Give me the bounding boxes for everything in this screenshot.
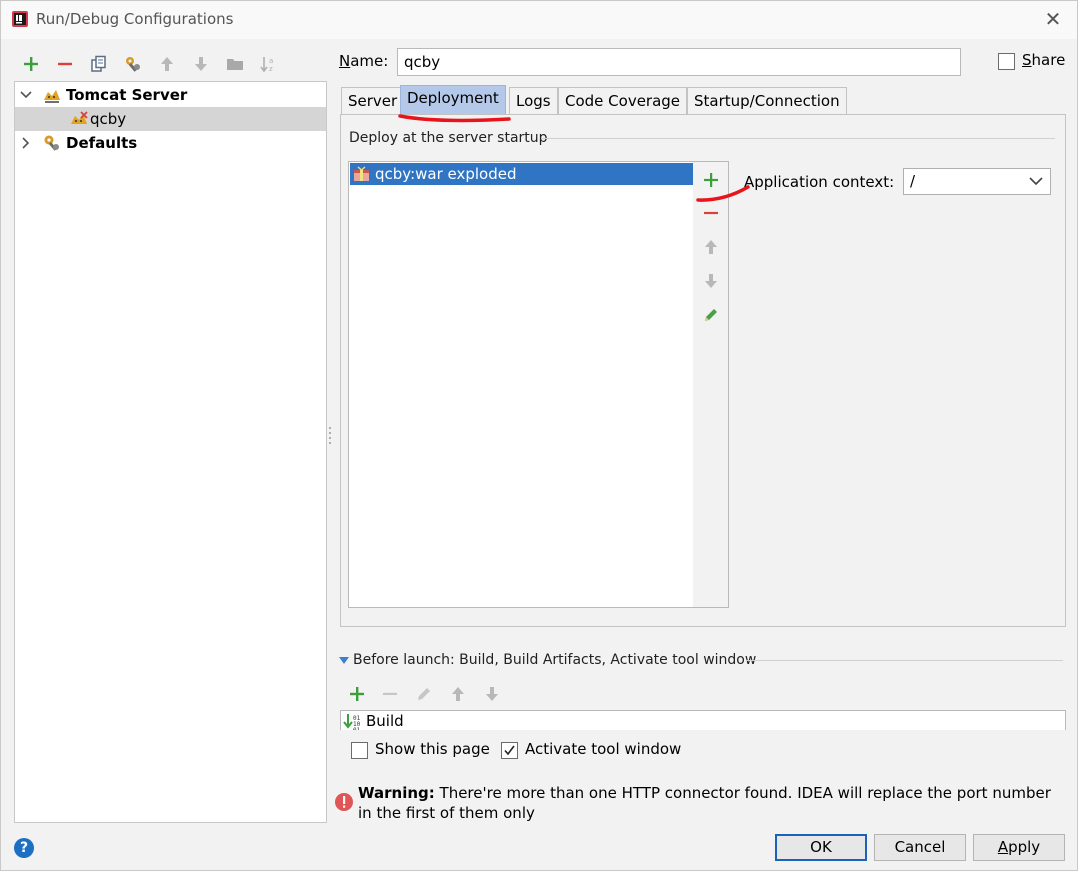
close-icon[interactable]: ✕ [1043,9,1063,29]
folder-icon[interactable] [223,51,247,77]
activate-tool-window-label: Activate tool window [525,740,682,758]
configuration-tree: Tomcat Server qcby Defaults [14,81,327,823]
remove-task-icon[interactable] [378,681,402,707]
tree-label: Tomcat Server [66,86,188,104]
move-down-icon[interactable] [701,271,721,291]
title-bar: Run/Debug Configurations ✕ [1,1,1077,39]
move-up-icon[interactable] [701,237,721,257]
splitter-handle[interactable] [328,426,332,446]
apply-button[interactable]: Apply [973,834,1065,861]
wrench-icon [44,135,59,151]
before-launch-title: Before launch: Build, Build Artifacts, A… [353,652,757,668]
warning-prefix: Warning: [358,784,435,802]
chevron-down-icon[interactable] [20,89,32,101]
share-checkbox[interactable] [998,53,1015,70]
tree-item-tomcat-server[interactable]: Tomcat Server [15,83,326,107]
show-this-page-label: Show this page [375,740,490,758]
chevron-right-icon[interactable] [20,137,32,149]
name-label-rest: ame: [350,52,389,70]
svg-text:z: z [269,65,273,73]
add-task-icon[interactable] [345,681,369,707]
artifact-list[interactable]: qcby:war exploded [348,161,694,608]
artifact-icon [354,166,369,181]
show-this-page-checkbox[interactable] [351,742,368,759]
copy-icon[interactable] [87,51,111,77]
tomcat-icon [44,90,60,103]
move-up-icon[interactable] [155,51,179,77]
section-divider [541,138,1055,139]
tab-deployment[interactable]: Deployment [400,85,506,114]
tree-label: qcby [90,110,127,128]
artifact-row[interactable]: qcby:war exploded [350,163,694,185]
before-launch-task-list[interactable]: 01 10 01 Build [340,710,1066,730]
chevron-down-icon [1029,177,1043,186]
edit-pencil-icon[interactable] [701,305,721,325]
window-title: Run/Debug Configurations [36,10,234,28]
move-up-icon[interactable] [446,681,470,707]
tree-label: Defaults [66,134,138,152]
add-icon[interactable] [19,51,43,77]
tab-startup-connection[interactable]: Startup/Connection [687,87,847,114]
tab-logs[interactable]: Logs [509,87,558,114]
checkmark-icon [504,745,515,756]
artifact-label: qcby:war exploded [375,165,517,183]
tree-item-qcby[interactable]: qcby [15,107,326,131]
warning-text: There're more than one HTTP connector fo… [358,784,1051,822]
move-down-icon[interactable] [480,681,504,707]
tomcat-config-icon [71,111,88,124]
sort-az-icon[interactable]: az [257,51,281,77]
deploy-section-title: Deploy at the server startup [349,130,548,146]
name-input[interactable] [397,48,961,76]
share-label: Share [1022,51,1066,69]
intellij-app-icon [12,11,28,27]
config-toolbar: az [15,51,327,77]
remove-icon[interactable] [53,51,77,77]
tab-server[interactable]: Server [341,87,405,114]
red-annotation-underline [398,114,511,123]
warning-message: Warning: There're more than one HTTP con… [358,783,1058,823]
run-debug-configurations-dialog: Run/Debug Configurations ✕ az Tomcat Ser… [0,0,1078,871]
artifact-actions [693,161,729,608]
build-task-label: Build [366,712,404,730]
activate-tool-window-checkbox[interactable] [501,742,518,759]
application-context-label: Application context: [744,173,895,191]
build-icon: 011001 [343,714,361,730]
svg-text:01: 01 [353,727,361,730]
before-launch-toolbar [345,681,515,705]
cancel-button[interactable]: Cancel [874,834,966,861]
tab-code-coverage[interactable]: Code Coverage [558,87,688,114]
collapse-triangle-icon[interactable] [339,657,349,665]
name-label: Name: [339,52,389,70]
move-down-icon[interactable] [189,51,213,77]
tree-item-defaults[interactable]: Defaults [15,131,326,155]
edit-task-icon[interactable] [412,681,436,707]
remove-artifact-icon[interactable] [701,203,721,223]
application-context-value: / [910,172,916,190]
error-icon [335,793,353,811]
red-annotation-mark [696,185,750,202]
ok-button[interactable]: OK [775,834,867,861]
application-context-select[interactable]: / [903,168,1051,195]
svg-text:a: a [269,57,273,65]
edit-defaults-wrench-icon[interactable] [121,51,145,77]
before-launch-divider [746,660,1063,661]
help-icon[interactable]: ? [14,838,34,858]
